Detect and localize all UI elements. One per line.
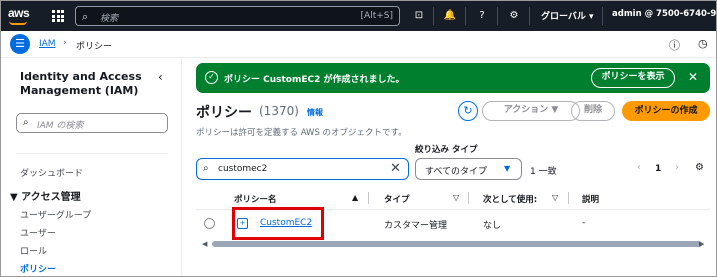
table-settings-icon[interactable]: ⚙ [695, 162, 704, 173]
divider [529, 7, 530, 25]
menu-icon[interactable]: ☰ [10, 34, 30, 54]
sidebar-search-input[interactable]: ⌕ IAM の検索 [16, 113, 168, 133]
console-window: aws ⌕ 検索 [Alt+S] ⊡ 🔔 ? ⚙ グローバル ▾ admin @… [0, 0, 717, 277]
info-link[interactable]: 情報 [307, 107, 323, 118]
global-search-input[interactable]: ⌕ 検索 [Alt+S] [75, 6, 400, 26]
create-policy-button[interactable]: ポリシーの作成 [622, 101, 710, 121]
next-page-icon[interactable]: › [675, 162, 679, 173]
account-menu[interactable]: admin @ 7500-6740-9009 ▾ [612, 9, 716, 19]
banner-message: ポリシー CustomEC2 が作成されました。 [224, 75, 405, 85]
info-icon[interactable]: ⓘ [669, 37, 680, 53]
clock-icon[interactable]: ◷ [698, 37, 708, 50]
page-title: ポリシー [196, 105, 252, 121]
prev-page-icon[interactable]: ‹ [637, 162, 641, 173]
chevron-left-icon[interactable]: ‹ [158, 70, 163, 84]
scroll-right-icon[interactable]: ▶ [699, 240, 704, 248]
column-divider [468, 192, 469, 204]
sidebar-item-user-groups[interactable]: ユーザーグループ [20, 208, 91, 221]
scroll-left-icon[interactable]: ◀ [202, 240, 207, 248]
policy-description-cell: - [582, 218, 586, 228]
row-select-radio[interactable] [204, 218, 215, 229]
breadcrumb-policies: ポリシー [76, 42, 113, 52]
scrollbar-thumb[interactable] [212, 241, 702, 247]
divider [497, 7, 498, 25]
view-policy-button[interactable]: ポリシーを表示 [591, 68, 675, 88]
sidebar-item-users[interactable]: ユーザー [20, 226, 56, 239]
policy-used-as-cell: なし [483, 221, 502, 231]
search-shortcut: [Alt+S] [360, 11, 393, 21]
filter-type-value: すべてのタイプ [425, 167, 488, 177]
sidebar-item-policies[interactable]: ポリシー [20, 262, 56, 275]
column-divider [368, 192, 369, 204]
sort-icon[interactable]: ▽ [453, 193, 459, 202]
search-icon: ⌕ [82, 10, 89, 23]
chevron-right-icon: › [63, 38, 67, 48]
success-banner: ✓ ポリシー CustomEC2 が作成されました。 ポリシーを表示 ✕ [196, 63, 710, 93]
page-description: ポリシーは許可を定義する AWS のオブジェクトです。 [196, 128, 407, 138]
search-icon: ⌕ [23, 117, 29, 128]
aws-logo[interactable]: aws [8, 6, 30, 20]
sidebar-search-placeholder: IAM の検索 [37, 121, 84, 131]
filter-type-label: 絞り込み タイプ [415, 145, 478, 155]
breadcrumb-iam[interactable]: IAM [39, 39, 56, 49]
services-grid-icon[interactable] [52, 10, 64, 22]
sidebar-title: Identity and Access Management (IAM) [20, 70, 142, 97]
close-icon[interactable]: ✕ [688, 70, 698, 84]
clear-icon[interactable]: ✕ [390, 161, 401, 176]
actions-button[interactable]: アクション ▼ [482, 101, 580, 121]
column-header-used-as[interactable]: 次として使用: [483, 193, 537, 205]
cloudshell-icon[interactable]: ⊡ [411, 8, 427, 24]
delete-button[interactable]: 削除 [571, 101, 615, 121]
sidebar: Identity and Access Management (IAM) ‹ ⌕… [1, 58, 182, 276]
divider [602, 7, 603, 25]
refresh-icon[interactable]: ↻ [458, 101, 478, 121]
policy-search-value[interactable]: customec2 [218, 164, 267, 174]
gear-icon[interactable]: ⚙ [506, 8, 522, 24]
check-circle-icon: ✓ [205, 71, 218, 84]
divider [16, 153, 168, 154]
divider [433, 7, 434, 25]
policy-search-input[interactable]: ⌕ customec2 ✕ [196, 158, 409, 180]
column-header-policy-name[interactable]: ポリシー名 [234, 193, 277, 205]
top-nav-bar: aws ⌕ 検索 [Alt+S] ⊡ 🔔 ? ⚙ グローバル ▾ admin @… [1, 1, 716, 31]
search-placeholder: 検索 [100, 14, 119, 24]
caret-down-icon: ▼ [504, 164, 511, 173]
column-header-type[interactable]: タイプ [384, 193, 410, 205]
filter-type-select[interactable]: すべてのタイプ ▼ [415, 158, 522, 180]
sort-asc-icon[interactable]: ▲ [352, 193, 358, 202]
sort-icon[interactable]: ▽ [552, 193, 558, 202]
policy-count: (1370) [259, 104, 299, 118]
horizontal-scrollbar[interactable]: ◀ ▶ [196, 239, 710, 249]
sidebar-item-dashboard[interactable]: ダッシュボード [20, 166, 83, 179]
aws-logo-smile-icon [9, 21, 27, 25]
column-divider [568, 192, 569, 204]
page-number[interactable]: 1 [655, 164, 661, 174]
divider [465, 7, 466, 25]
highlight-box [232, 207, 324, 240]
search-icon: ⌕ [203, 163, 209, 174]
breadcrumb-bar: ☰ IAM › ポリシー ⓘ ◷ [1, 31, 716, 58]
bell-icon[interactable]: 🔔 [442, 8, 458, 24]
sidebar-section-access-management[interactable]: ▼ アクセス管理 [10, 188, 81, 203]
help-icon[interactable]: ? [474, 8, 490, 24]
match-count: 1 一致 [530, 167, 557, 177]
sidebar-item-roles[interactable]: ロール [20, 244, 47, 257]
column-header-description[interactable]: 説明 [582, 193, 599, 205]
region-selector[interactable]: グローバル ▾ [541, 9, 594, 22]
policy-type-cell: カスタマー管理 [384, 221, 448, 231]
